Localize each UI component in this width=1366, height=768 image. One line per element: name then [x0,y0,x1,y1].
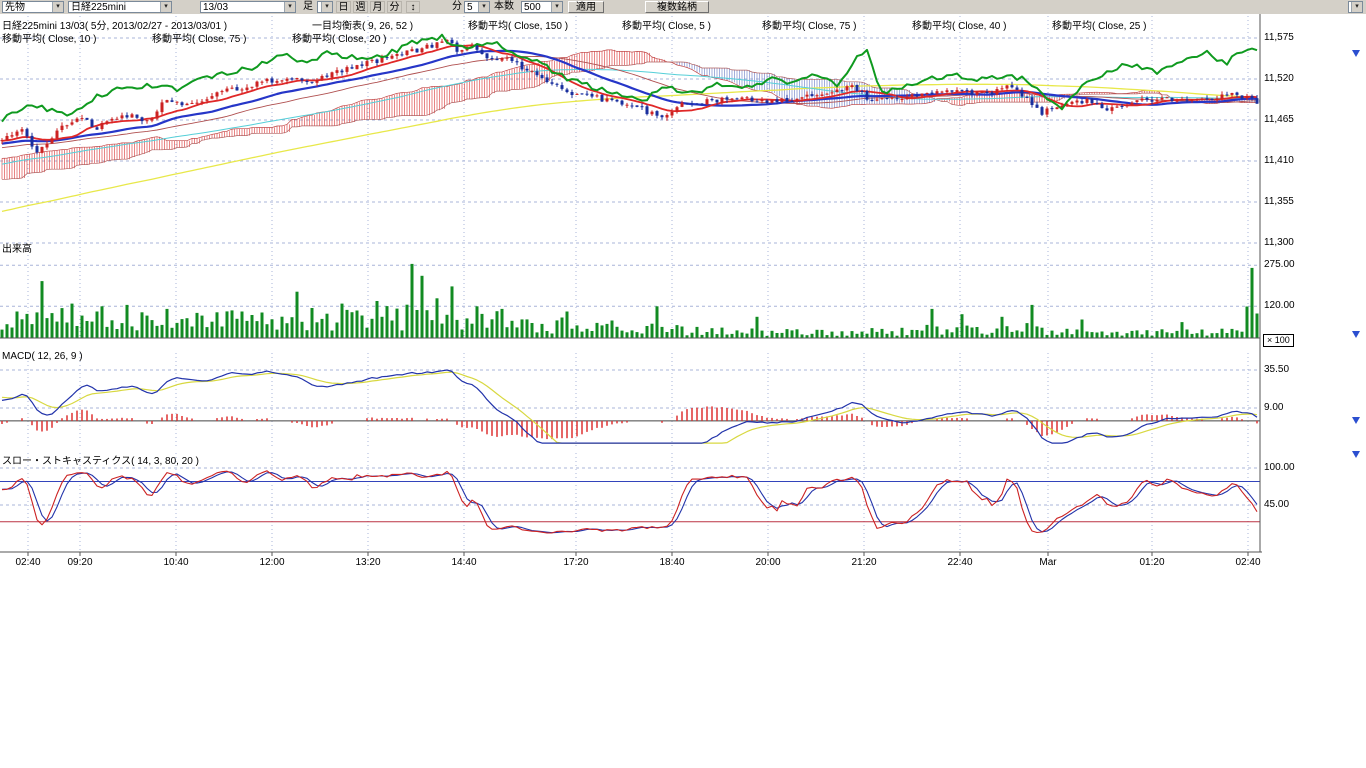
bar-type-mini-dropdown[interactable]: ▾ [317,1,333,13]
period-month-button[interactable]: 月 [370,1,385,13]
chart-scroll-dropdown[interactable]: ▾ [1348,1,1363,13]
instrument-type-dropdown[interactable]: 先物 ▾ [2,1,64,13]
dropdown-arrow-icon: ▾ [160,2,171,12]
apply-button[interactable]: 適用 [568,1,604,13]
dropdown-arrow-icon: ▾ [478,2,489,12]
dropdown-arrow-icon: ▾ [284,2,295,12]
dropdown-arrow-icon: ▾ [1351,2,1362,12]
bar-count-dropdown[interactable]: 500 ▾ [521,1,563,13]
chart-canvas[interactable] [0,0,1366,580]
minute-label: 分 [452,1,462,13]
bar-count-value: 500 [524,2,541,13]
updown-icon[interactable]: ↕ [406,1,420,13]
dropdown-arrow-icon: ▾ [321,2,332,12]
minute-value-dropdown[interactable]: 5 ▾ [464,1,490,13]
period-minute-button[interactable]: 分 [387,1,402,13]
symbol-dropdown[interactable]: 日経225mini ▾ [68,1,172,13]
period-week-button[interactable]: 週 [353,1,368,13]
instrument-type-value: 先物 [5,2,25,13]
toolbar: 先物 ▾ 日経225mini ▾ 13/03 ▾ 足 ▾ 日 週 月 分 ↕ 分… [0,0,1366,14]
contract-month-dropdown[interactable]: 13/03 ▾ [200,1,296,13]
symbol-value: 日経225mini [71,2,126,13]
bar-count-label: 本数 [494,1,514,13]
period-day-button[interactable]: 日 [336,1,351,13]
minute-value: 5 [467,2,473,13]
contract-month-value: 13/03 [203,2,228,13]
multi-symbol-button[interactable]: 複数銘柄 [645,1,709,13]
bar-type-label: 足 [303,1,313,13]
dropdown-arrow-icon: ▾ [551,2,562,12]
dropdown-arrow-icon: ▾ [52,2,63,12]
